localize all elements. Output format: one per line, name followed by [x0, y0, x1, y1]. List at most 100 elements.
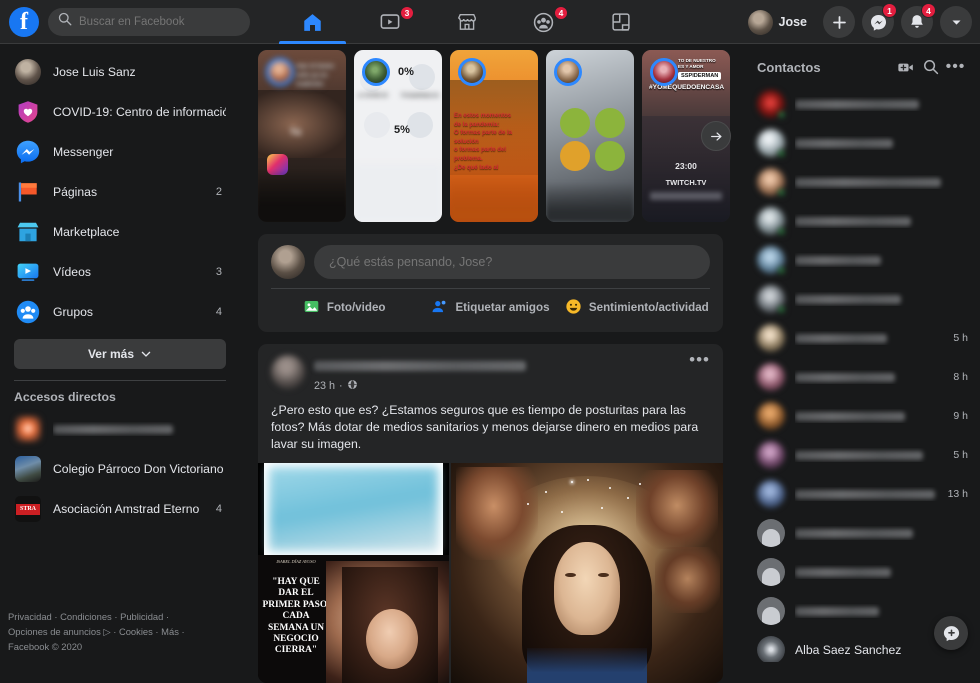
avatar — [14, 58, 42, 86]
contact-name — [795, 526, 968, 540]
post-image-magazine[interactable]: ISABEL DÍAZ AYUSO "HAY QUE DAR EL PRIMER… — [258, 463, 449, 683]
video-room-icon[interactable] — [893, 55, 918, 80]
sidebar-item-videos[interactable]: Vídeos 3 — [8, 252, 232, 292]
see-more-button[interactable]: Ver más — [14, 339, 226, 369]
stories-tray: mar el lunes solo ya es tradición Tú 0% 5%… — [258, 50, 731, 222]
shortcut-label: Asociación Amstrad Eterno — [53, 502, 200, 516]
messenger-button[interactable]: 1 — [862, 3, 897, 38]
sidebar-item-label: Jose Luis Sanz — [53, 65, 136, 79]
footer-link-publicidad[interactable]: Publicidad — [120, 611, 163, 622]
contact-item[interactable] — [751, 513, 974, 552]
new-message-button[interactable] — [934, 616, 968, 650]
feeling-activity-button[interactable]: Sentimiento/actividad — [564, 289, 710, 326]
composer-actions: Foto/video Etiquetar amigos Sentimiento/… — [271, 289, 710, 326]
sidebar-divider — [14, 380, 226, 381]
sidebar-item-pages[interactable]: Páginas 2 — [8, 172, 232, 212]
search-box[interactable] — [48, 7, 250, 36]
story-card[interactable]: En estos momentos de la pandemia: O formas… — [450, 50, 538, 222]
shortcut-thumbnail: STRA — [14, 495, 42, 523]
contact-name — [795, 253, 968, 267]
sidebar-item-marketplace[interactable]: Marketplace — [8, 212, 232, 252]
nav-tab-marketplace[interactable] — [428, 0, 505, 44]
profile-chip[interactable]: Jose — [745, 7, 817, 38]
contact-item[interactable] — [751, 162, 974, 201]
avatar — [757, 128, 786, 158]
notifications-button[interactable]: 4 — [901, 3, 936, 38]
contact-item[interactable]: 5 h — [751, 435, 974, 474]
avatar — [747, 9, 773, 35]
footer-link-privacidad[interactable]: Privacidad — [8, 611, 52, 622]
footer-link-condiciones[interactable]: Condiciones — [60, 611, 112, 622]
see-more-label: Ver más — [87, 347, 135, 361]
contact-item[interactable] — [751, 552, 974, 591]
avatar[interactable] — [271, 355, 305, 389]
contact-item[interactable]: 5 h — [751, 318, 974, 357]
avatar — [271, 245, 305, 279]
online-indicator — [777, 187, 786, 197]
contact-item[interactable] — [751, 123, 974, 162]
sidebar-item-count: 3 — [215, 266, 222, 278]
contact-item[interactable]: 13 h — [751, 474, 974, 513]
contact-item[interactable] — [751, 201, 974, 240]
nav-tab-gaming[interactable] — [582, 0, 659, 44]
sidebar-item-label: COVID-19: Centro de información — [53, 105, 226, 119]
story-channel: TWITCH.TV — [665, 178, 707, 187]
story-card[interactable] — [546, 50, 634, 222]
search-icon[interactable] — [918, 55, 943, 80]
shortcut-item[interactable]: STRA Asociación Amstrad Eterno 4 — [8, 489, 232, 529]
avatar — [757, 440, 785, 469]
sidebar-item-groups[interactable]: Grupos 4 — [8, 292, 232, 332]
contacts-header: Contactos ••• — [751, 50, 974, 84]
search-input[interactable] — [79, 15, 240, 28]
feeling-icon — [565, 298, 582, 318]
sidebar-item-label: Messenger — [53, 145, 114, 159]
contact-item[interactable] — [751, 84, 974, 123]
footer-link-opciones-anuncios[interactable]: Opciones de anuncios — [8, 626, 101, 637]
contact-item[interactable] — [751, 240, 974, 279]
ellipsis-icon[interactable]: ••• — [943, 55, 968, 80]
top-navigation-bar: f 3 4 Jose — [0, 0, 980, 44]
account-menu-button[interactable] — [940, 6, 972, 38]
sidebar-item-covid[interactable]: COVID-19: Centro de información — [8, 92, 232, 132]
top-right-actions: Jose 1 4 — [745, 0, 972, 44]
avatar — [757, 362, 785, 391]
create-button[interactable] — [823, 6, 855, 38]
post-image-painting[interactable] — [451, 463, 723, 683]
shortcut-item[interactable]: Colegio Párroco Don Victoriano — [8, 449, 232, 489]
nav-tab-groups[interactable]: 4 — [505, 0, 582, 44]
sidebar-item-profile[interactable]: Jose Luis Sanz — [8, 52, 232, 92]
sidebar-item-label: Vídeos — [53, 265, 91, 279]
covid-shield-icon — [14, 98, 42, 126]
shortcut-label: Colegio Párroco Don Victoriano — [53, 462, 224, 476]
footer-link-cookies[interactable]: Cookies — [119, 626, 153, 637]
stories-next-button[interactable] — [701, 121, 731, 151]
tag-friends-button[interactable]: Etiquetar amigos — [417, 289, 563, 326]
contact-item[interactable] — [751, 279, 974, 318]
story-caption: TO DE NUESTRO ES Y AMOR — [678, 58, 716, 70]
shortcut-item[interactable] — [8, 409, 232, 449]
nav-tab-watch[interactable]: 3 — [351, 0, 428, 44]
sidebar-item-count: 4 — [215, 306, 222, 318]
contact-name — [795, 292, 968, 306]
post-header: 23 h · ••• — [258, 344, 723, 393]
footer-copyright: Facebook © 2020 — [8, 641, 83, 652]
footer-link-mas[interactable]: Más — [161, 626, 179, 637]
contact-item[interactable]: 8 h — [751, 357, 974, 396]
photo-video-button[interactable]: Foto/video — [271, 289, 417, 326]
avatar — [757, 557, 785, 586]
story-card[interactable]: mar el lunes solo ya es tradición Tú — [258, 50, 346, 222]
story-card[interactable]: 0% 5% or COVID-19 Probabilidad de — [354, 50, 442, 222]
post-author[interactable] — [314, 357, 689, 375]
post-meta: 23 h · — [314, 355, 689, 393]
contact-item[interactable]: 9 h — [751, 396, 974, 435]
story-avatar — [554, 58, 582, 86]
sidebar-item-label: Páginas — [53, 185, 98, 199]
sidebar-item-messenger[interactable]: Messenger — [8, 132, 232, 172]
facebook-logo[interactable]: f — [9, 6, 39, 37]
post-menu-button[interactable]: ••• — [689, 351, 710, 368]
nav-badge-groups: 4 — [554, 6, 568, 20]
post-timestamp: 23 h · — [314, 379, 689, 393]
nav-tab-home[interactable] — [274, 0, 351, 44]
composer-input[interactable] — [314, 245, 710, 279]
contact-time: 8 h — [953, 370, 968, 383]
